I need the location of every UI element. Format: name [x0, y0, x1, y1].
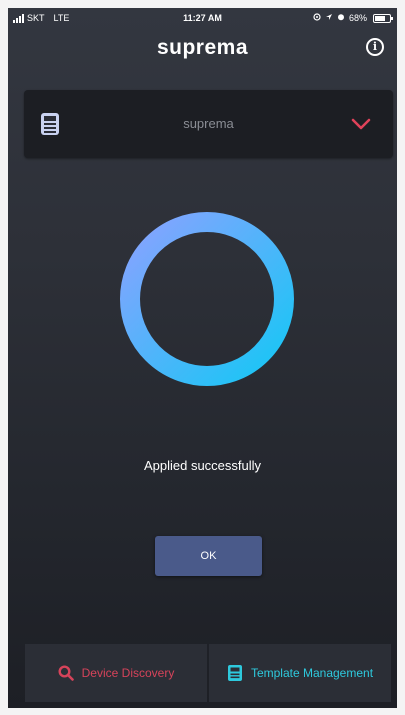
- bottom-tab-bar: Device Discovery Template Management: [25, 644, 391, 702]
- status-message: Applied successfully: [143, 458, 262, 473]
- status-right: 68%: [313, 8, 393, 28]
- tab-template-management-label: Template Management: [250, 666, 374, 680]
- app-screen: SKT LTE 11:27 AM 68% suprema i suprema A…: [8, 8, 397, 708]
- battery-icon: [373, 13, 393, 23]
- tab-device-discovery-label: Device Discovery: [81, 666, 175, 680]
- info-icon[interactable]: i: [366, 38, 384, 56]
- template-icon: [227, 665, 242, 681]
- battery-percent: 68%: [348, 13, 367, 23]
- alarm-icon: [337, 8, 345, 28]
- location-icon: [313, 8, 321, 28]
- success-ring: [120, 212, 294, 386]
- ok-button[interactable]: OK: [155, 536, 262, 576]
- search-icon: [58, 665, 74, 681]
- device-selector[interactable]: suprema: [24, 90, 393, 158]
- tab-device-discovery[interactable]: Device Discovery: [25, 644, 207, 702]
- tab-template-management[interactable]: Template Management: [209, 644, 391, 702]
- navigation-icon: [325, 8, 333, 28]
- chevron-down-icon[interactable]: [351, 118, 371, 130]
- status-bar: SKT LTE 11:27 AM 68%: [8, 8, 397, 28]
- brand-logo: suprema: [156, 36, 249, 59]
- selected-device-name: suprema: [183, 116, 234, 131]
- app-header: suprema i: [8, 30, 397, 70]
